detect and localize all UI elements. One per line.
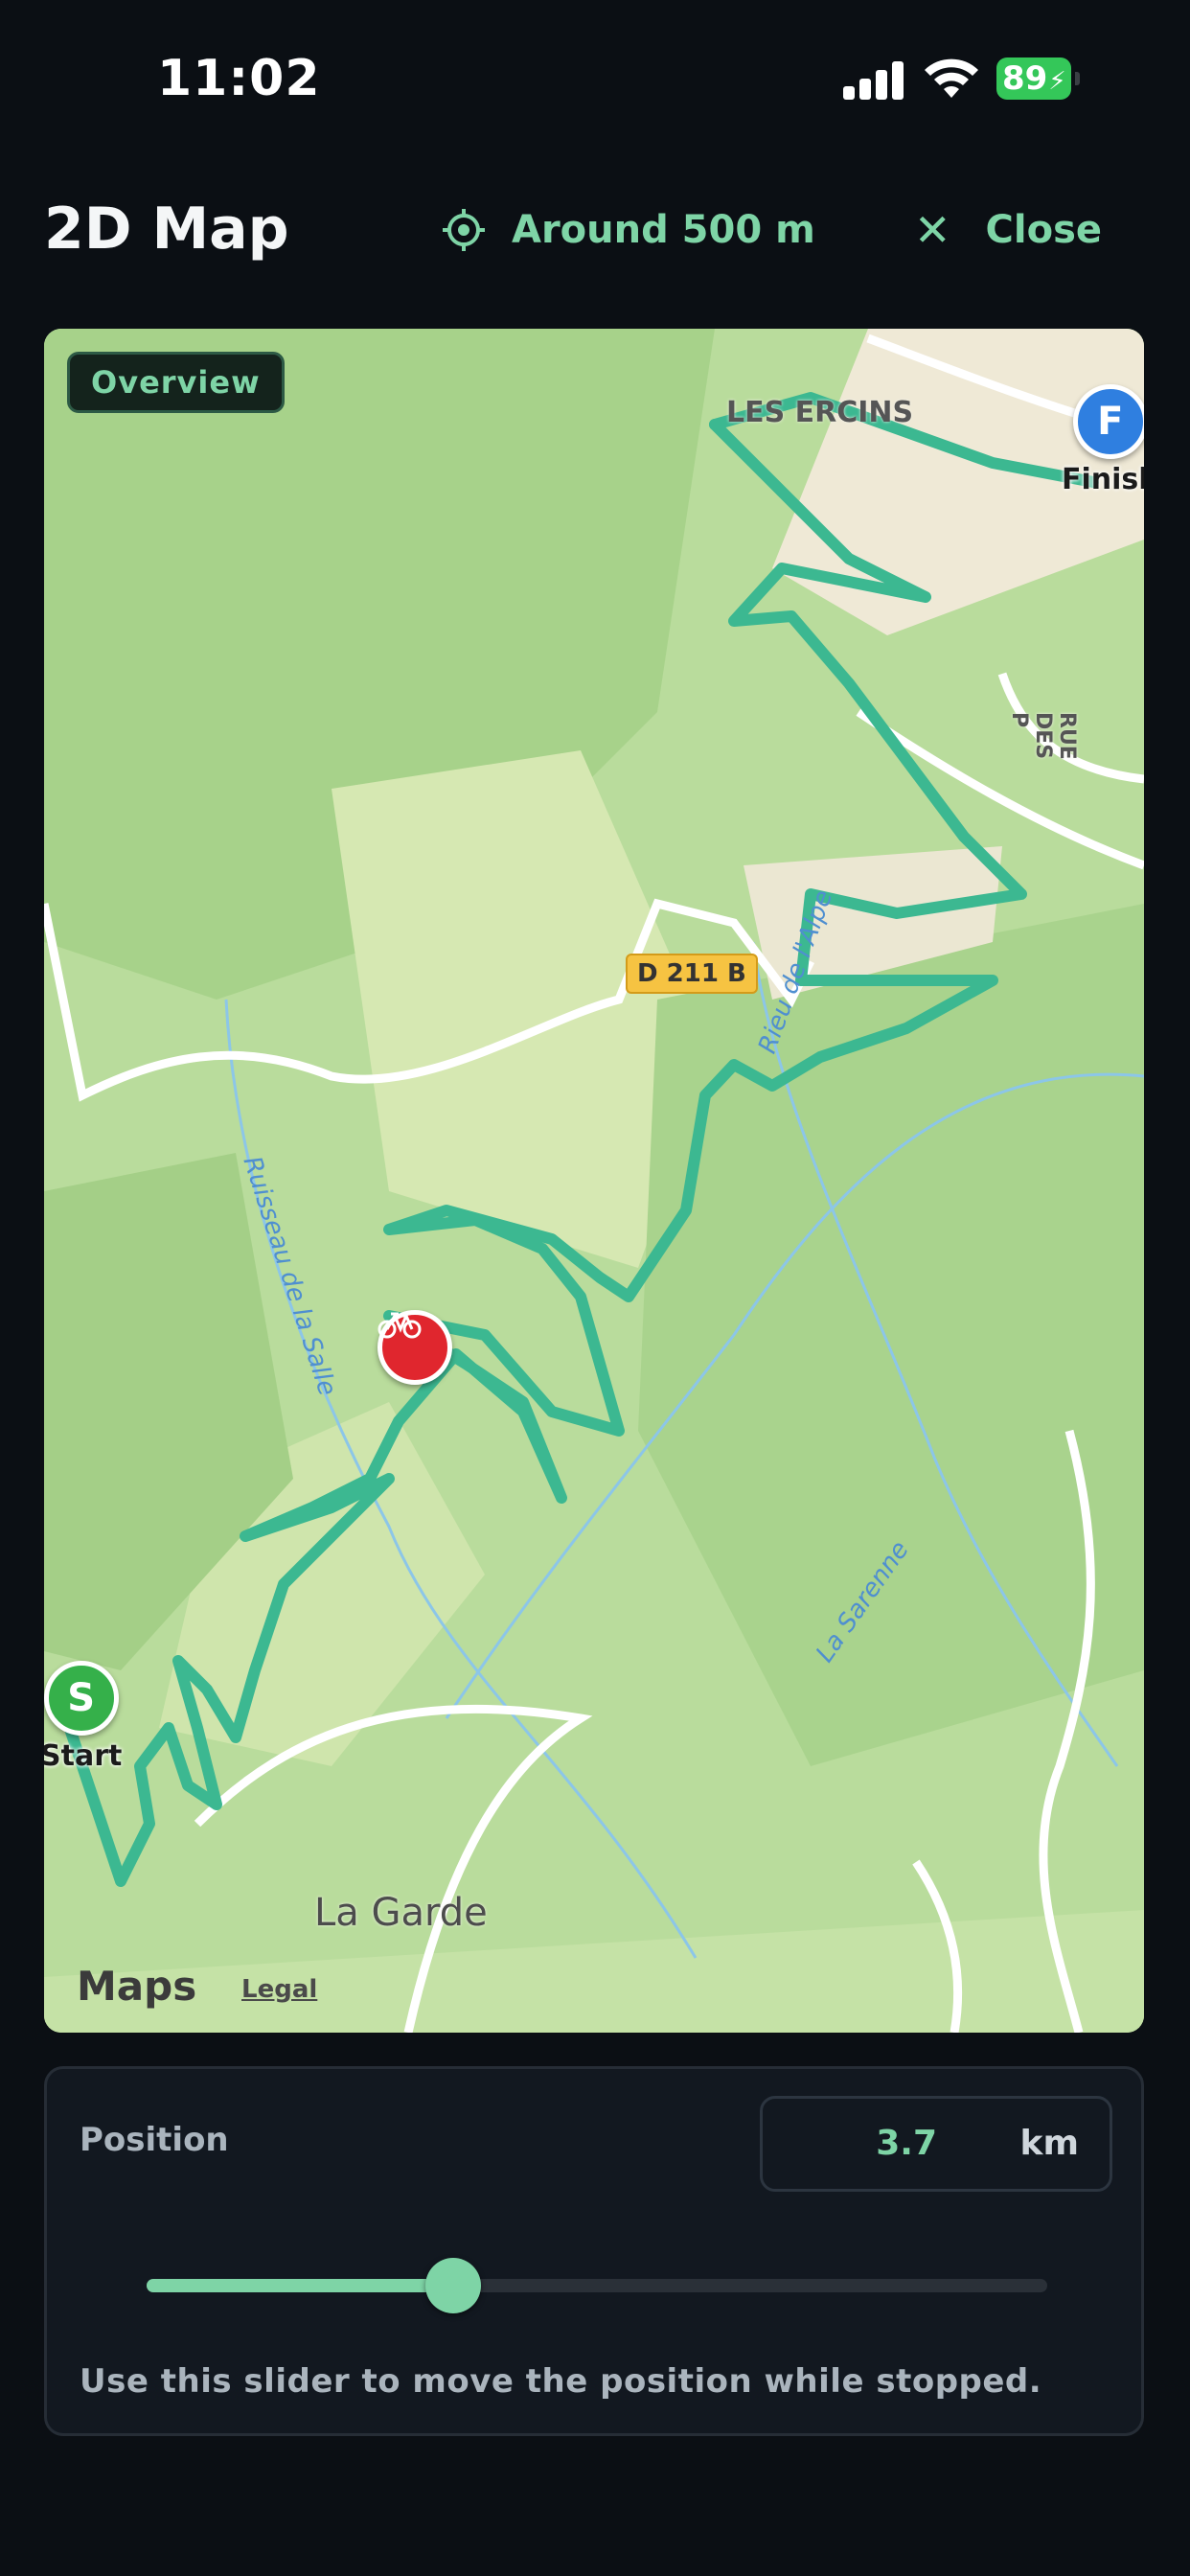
wifi-icon xyxy=(925,58,978,98)
battery-level: 89 xyxy=(1002,59,1048,98)
place-label-les-ercins: LES ERCINS xyxy=(726,396,914,429)
apple-maps-logo: Maps xyxy=(77,1963,197,2010)
position-hint: Use this slider to move the position whi… xyxy=(80,2362,1042,2401)
position-label: Position xyxy=(80,2121,229,2159)
position-slider-thumb[interactable] xyxy=(424,2258,481,2313)
legal-link[interactable]: Legal xyxy=(241,1975,317,2004)
page-title: 2D Map xyxy=(44,196,289,263)
position-panel: Position 3.7 km Use this slider to move … xyxy=(44,2066,1144,2436)
status-bar: 11:02 89⚡ xyxy=(0,0,1190,163)
finish-marker[interactable]: F Finish xyxy=(1062,384,1144,496)
bicycle-icon xyxy=(378,1310,452,1385)
position-value: 3.7 xyxy=(876,2124,937,2163)
locate-icon xyxy=(443,209,485,251)
radius-button[interactable]: Around 500 m xyxy=(441,201,815,259)
start-pin-icon: S xyxy=(44,1661,119,1736)
status-time: 11:02 xyxy=(157,50,321,107)
road-shield: D 211 B xyxy=(626,954,758,994)
start-marker[interactable]: S Start xyxy=(44,1661,122,1773)
close-icon: ✕ xyxy=(914,204,951,256)
overview-button[interactable]: Overview xyxy=(67,352,285,413)
position-slider[interactable] xyxy=(147,2258,1047,2313)
position-unit: km xyxy=(1019,2124,1079,2163)
radius-label: Around 500 m xyxy=(512,208,815,252)
place-label-la-garde: La Garde xyxy=(314,1891,488,1935)
cellular-signal-icon xyxy=(843,59,904,100)
map-terrain xyxy=(44,329,1144,2033)
map-view[interactable]: Overview LES ERCINS La Garde RUE DES P R… xyxy=(44,329,1144,2033)
rider-marker[interactable] xyxy=(378,1310,452,1385)
close-label: Close xyxy=(985,208,1103,252)
place-label-rue: RUE DES P xyxy=(1007,712,1079,760)
position-field[interactable]: 3.7 km xyxy=(760,2096,1112,2192)
header: 2D Map Around 500 m ✕ Close xyxy=(0,163,1190,297)
battery-icon: 89⚡ xyxy=(996,58,1080,100)
finish-pin-icon: F xyxy=(1072,384,1144,459)
position-slider-fill xyxy=(147,2279,453,2292)
finish-label: Finish xyxy=(1062,463,1144,496)
start-label: Start xyxy=(44,1739,123,1773)
close-button[interactable]: ✕ Close xyxy=(914,201,1102,259)
